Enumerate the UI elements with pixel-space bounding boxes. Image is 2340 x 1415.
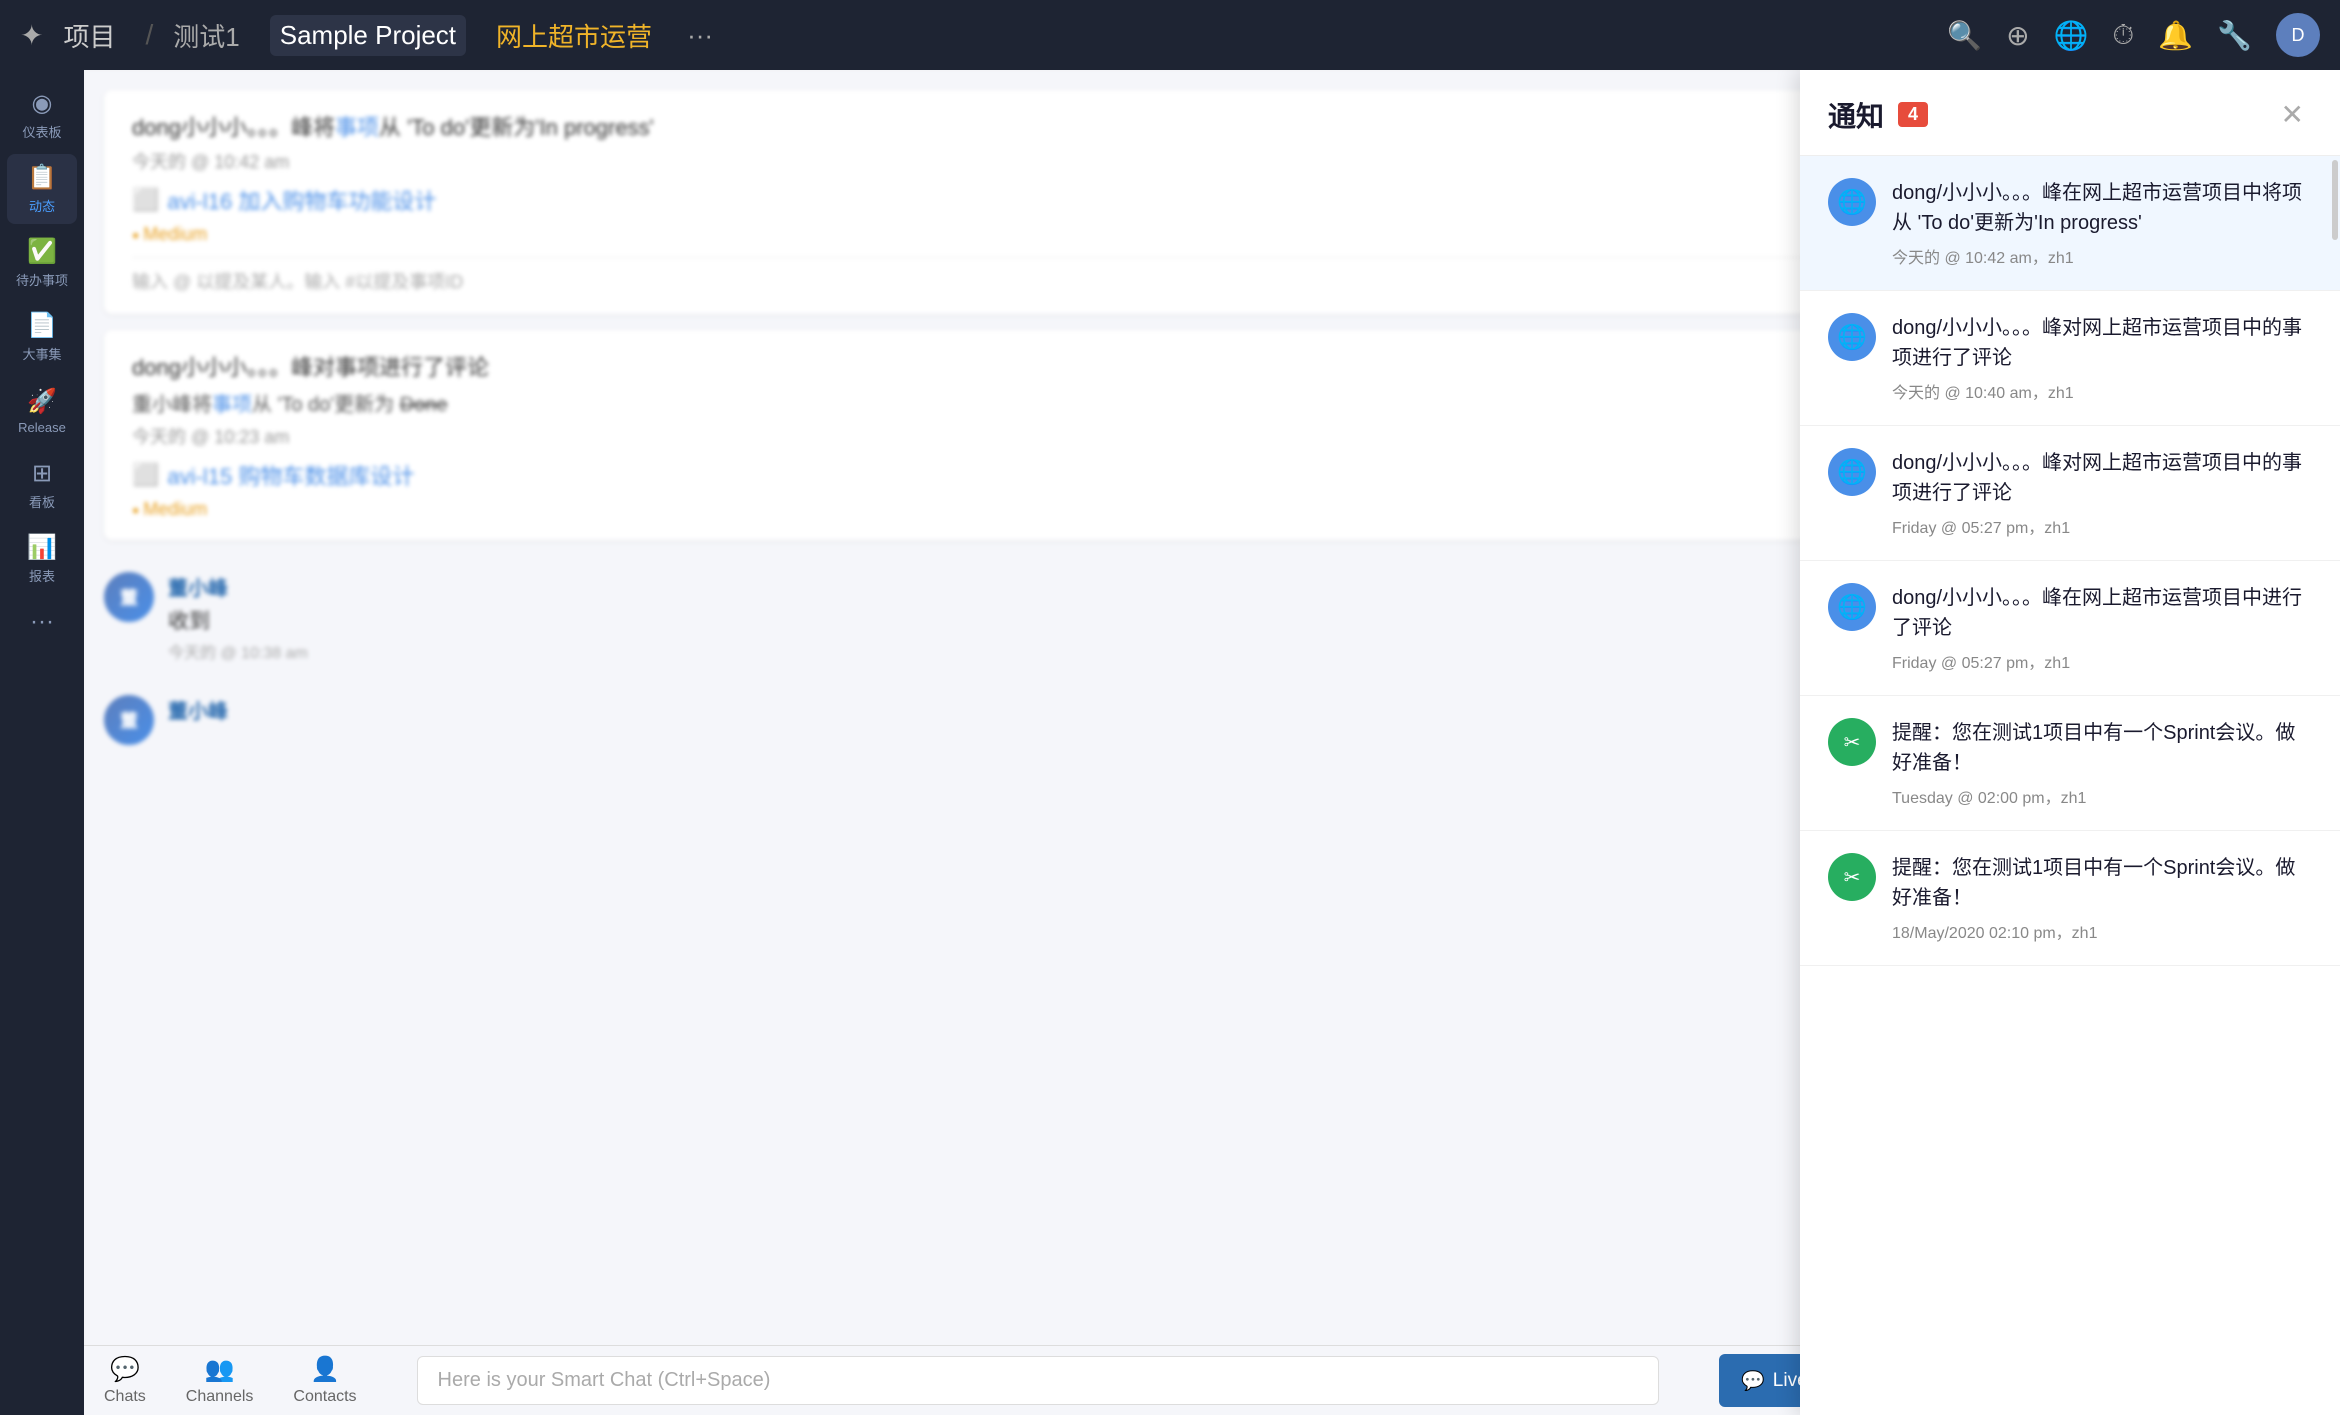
- sidebar-item-activity[interactable]: 📋 动态: [7, 154, 77, 224]
- notif-time-4: Friday @ 05:27 pm，zh1: [1892, 649, 2312, 673]
- notification-close-button[interactable]: ✕: [2273, 94, 2312, 135]
- sidebar-label-todo: 待办事项: [16, 270, 68, 289]
- nav-tab-wangshang[interactable]: 网上超市运营: [486, 12, 662, 59]
- bottom-tab-contacts[interactable]: 👤 Contacts: [293, 1355, 356, 1406]
- notif-time-2: 今天的 @ 10:40 am，zh1: [1892, 379, 2312, 403]
- user-avatar[interactable]: D: [2276, 13, 2320, 57]
- clock-icon[interactable]: ⏱: [2112, 19, 2134, 52]
- kanban-icon: ⊞: [32, 459, 52, 488]
- chat-input-placeholder: Here is your Smart Chat (Ctrl+Space): [438, 1369, 771, 1392]
- contacts-label: Contacts: [293, 1388, 356, 1406]
- sidebar-label-activity: 动态: [29, 196, 55, 215]
- globe-icon[interactable]: 🌐: [2054, 19, 2089, 52]
- report-icon: 📊: [27, 533, 57, 562]
- issue-icon-2: ⬜: [132, 462, 159, 488]
- notification-title: 通知: [1828, 95, 1884, 135]
- notif-time-6: 18/May/2020 02:10 pm，zh1: [1892, 919, 2312, 943]
- contacts-icon: 👤: [310, 1355, 340, 1384]
- nav-divider: /: [145, 19, 153, 51]
- issue-label-1: avi-l16 加入购物车功能设计: [167, 184, 436, 216]
- notif-content-1: dong/小小小。。。峰在网上超市运营项目中将项从 'To do'更新为'In …: [1892, 178, 2312, 268]
- nav-tab-sample-project[interactable]: Sample Project: [270, 15, 466, 56]
- channels-label: Channels: [186, 1388, 254, 1406]
- notification-item-1[interactable]: 🌐 dong/小小小。。。峰在网上超市运营项目中将项从 'To do'更新为'I…: [1800, 156, 2340, 291]
- notif-avatar-3: 🌐: [1828, 448, 1876, 496]
- chats-icon: 💬: [110, 1355, 140, 1384]
- notif-text-6: 提醒：您在测试1项目中有一个Sprint会议。做好准备！: [1892, 853, 2312, 913]
- nav-tab-ceshi1[interactable]: 测试1: [163, 12, 249, 59]
- add-icon[interactable]: ⊕: [2006, 19, 2029, 52]
- notif-avatar-6: ✂: [1828, 853, 1876, 901]
- notif-content-3: dong/小小小。。。峰对网上超市运营项目中的事项进行了评论 Friday @ …: [1892, 448, 2312, 538]
- chat-badge-2: Medium: [132, 499, 207, 520]
- issue-label-2: avi-l15 购物车数据库设计: [167, 459, 414, 491]
- notif-avatar-5: ✂: [1828, 718, 1876, 766]
- search-icon[interactable]: 🔍: [1947, 19, 1982, 52]
- release-icon: 🚀: [27, 387, 57, 416]
- activity-icon: 📋: [27, 163, 57, 192]
- notif-avatar-4: 🌐: [1828, 583, 1876, 631]
- notif-text-5: 提醒：您在测试1项目中有一个Sprint会议。做好准备！: [1892, 718, 2312, 778]
- sidebar-item-release[interactable]: 🚀 Release: [7, 376, 77, 446]
- notif-time-5: Tuesday @ 02:00 pm，zh1: [1892, 784, 2312, 808]
- nav-more-button[interactable]: ···: [687, 20, 713, 51]
- notification-badge: 4: [1898, 102, 1928, 127]
- live-chat-icon: 💬: [1741, 1369, 1765, 1393]
- top-nav: ✦ 项目 / 测试1 Sample Project 网上超市运营 ··· 🔍 ⊕…: [0, 0, 2340, 70]
- bottom-tab-chats[interactable]: 💬 Chats: [104, 1355, 146, 1406]
- sidebar-item-dashboard[interactable]: ◉ 仪表板: [7, 80, 77, 150]
- main-content: dong小小小。。。峰将事项从 'To do'更新为'In progress' …: [84, 70, 2340, 1415]
- bell-icon[interactable]: 🔔: [2158, 19, 2193, 52]
- sidebar-label-kanban: 看板: [29, 492, 55, 511]
- notif-text-4: dong/小小小。。。峰在网上超市运营项目中进行了评论: [1892, 583, 2312, 643]
- notif-content-5: 提醒：您在测试1项目中有一个Sprint会议。做好准备！ Tuesday @ 0…: [1892, 718, 2312, 808]
- sidebar-label-milestone: 大事集: [22, 344, 61, 363]
- sidebar-item-todo[interactable]: ✅ 待办事项: [7, 228, 77, 298]
- logo-icon: ✦: [20, 19, 43, 52]
- notification-item-2[interactable]: 🌐 dong/小小小。。。峰对网上超市运营项目中的事项进行了评论 今天的 @ 1…: [1800, 291, 2340, 426]
- user-avatar-1: 董: [104, 572, 154, 622]
- notification-list: 🌐 dong/小小小。。。峰在网上超市运营项目中将项从 'To do'更新为'I…: [1800, 156, 2340, 1415]
- notif-text-2: dong/小小小。。。峰对网上超市运营项目中的事项进行了评论: [1892, 313, 2312, 373]
- notif-content-6: 提醒：您在测试1项目中有一个Sprint会议。做好准备！ 18/May/2020…: [1892, 853, 2312, 943]
- notif-avatar-1: 🌐: [1828, 178, 1876, 226]
- chat-badge-1: Medium: [132, 224, 207, 245]
- nav-right-actions: 🔍 ⊕ 🌐 ⏱ 🔔 🔧 D: [1947, 13, 2320, 57]
- sidebar-label-dashboard: 仪表板: [22, 122, 61, 141]
- bottom-tab-channels[interactable]: 👥 Channels: [186, 1355, 254, 1406]
- notification-item-3[interactable]: 🌐 dong/小小小。。。峰对网上超市运营项目中的事项进行了评论 Friday …: [1800, 426, 2340, 561]
- dashboard-icon: ◉: [32, 89, 53, 118]
- sidebar-label-report: 报表: [29, 566, 55, 585]
- chats-label: Chats: [104, 1388, 146, 1406]
- notif-time-1: 今天的 @ 10:42 am，zh1: [1892, 244, 2312, 268]
- notification-item-6[interactable]: ✂ 提醒：您在测试1项目中有一个Sprint会议。做好准备！ 18/May/20…: [1800, 831, 2340, 966]
- notification-item-5[interactable]: ✂ 提醒：您在测试1项目中有一个Sprint会议。做好准备！ Tuesday @…: [1800, 696, 2340, 831]
- milestone-icon: 📄: [27, 311, 57, 340]
- notif-text-3: dong/小小小。。。峰对网上超市运营项目中的事项进行了评论: [1892, 448, 2312, 508]
- scrollbar-indicator: [2332, 160, 2338, 240]
- notification-panel: 通知 4 ✕ 🌐 dong/小小小。。。峰在网上超市运营项目中将项从 'To d…: [1800, 70, 2340, 1415]
- notif-content-2: dong/小小小。。。峰对网上超市运营项目中的事项进行了评论 今天的 @ 10:…: [1892, 313, 2312, 403]
- sidebar-label-release: Release: [18, 420, 66, 435]
- sidebar-more-button[interactable]: ···: [30, 608, 54, 636]
- notif-avatar-2: 🌐: [1828, 313, 1876, 361]
- nav-title: 项目: [63, 17, 115, 54]
- notif-time-3: Friday @ 05:27 pm，zh1: [1892, 514, 2312, 538]
- sidebar-item-report[interactable]: 📊 报表: [7, 524, 77, 594]
- notification-item-4[interactable]: 🌐 dong/小小小。。。峰在网上超市运营项目中进行了评论 Friday @ 0…: [1800, 561, 2340, 696]
- notification-header: 通知 4 ✕: [1800, 70, 2340, 156]
- user-avatar-2: 董: [104, 695, 154, 745]
- sidebar-item-kanban[interactable]: ⊞ 看板: [7, 450, 77, 520]
- chat-smart-input[interactable]: Here is your Smart Chat (Ctrl+Space): [417, 1356, 1660, 1405]
- todo-icon: ✅: [27, 237, 57, 266]
- left-sidebar: ◉ 仪表板 📋 动态 ✅ 待办事项 📄 大事集 🚀 Release ⊞ 看板 📊…: [0, 70, 84, 1415]
- notif-text-1: dong/小小小。。。峰在网上超市运营项目中将项从 'To do'更新为'In …: [1892, 178, 2312, 238]
- issue-icon-1: ⬜: [132, 187, 159, 213]
- sidebar-item-milestone[interactable]: 📄 大事集: [7, 302, 77, 372]
- channels-icon: 👥: [205, 1355, 235, 1384]
- tool-icon[interactable]: 🔧: [2217, 19, 2252, 52]
- notif-content-4: dong/小小小。。。峰在网上超市运营项目中进行了评论 Friday @ 05:…: [1892, 583, 2312, 673]
